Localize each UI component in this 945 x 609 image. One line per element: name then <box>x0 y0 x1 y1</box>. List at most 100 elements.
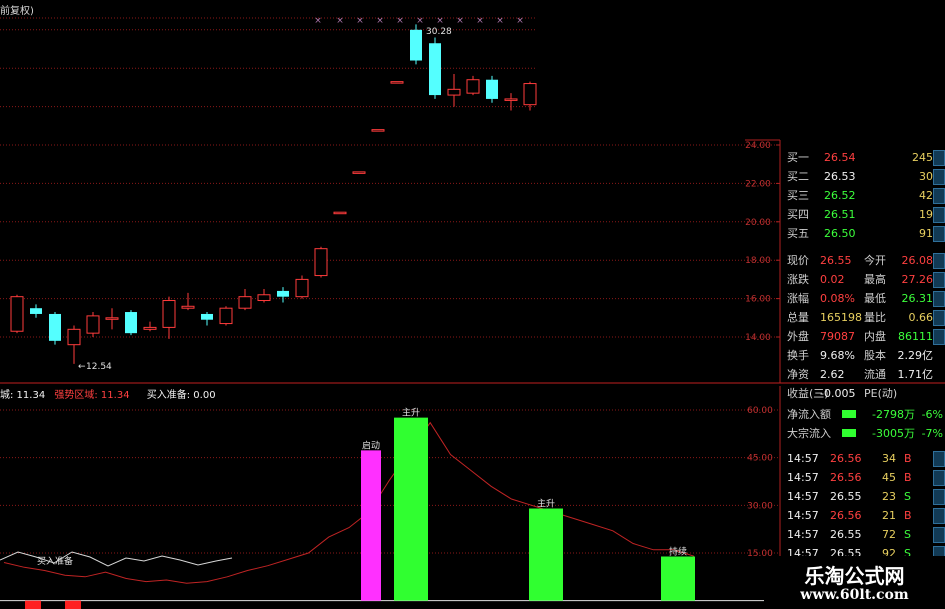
bid-label: 买五 <box>787 227 809 240</box>
bid-volume: 30 <box>919 170 933 183</box>
stat-label-2: PE(动) <box>864 387 898 400</box>
candle-body <box>49 313 61 341</box>
side-tool-icon <box>933 272 945 288</box>
candle-body <box>67 328 81 346</box>
bid-price: 26.52 <box>824 189 856 202</box>
stat-label: 总量 <box>787 311 809 324</box>
flow-pct: -7% <box>921 427 943 440</box>
candle-body <box>410 29 422 61</box>
stat-row: 涨幅 0.08% 最低 26.31 <box>782 289 945 308</box>
watermark-url: www.60lt.com <box>800 587 909 603</box>
candle-body <box>86 315 100 334</box>
bid-label: 买三 <box>787 189 809 202</box>
indicator-item-2: 强势区域: 11.34 <box>54 390 130 401</box>
stat-value: 165198 <box>820 311 862 324</box>
side-tool-icon <box>933 329 945 345</box>
signal-bar <box>529 508 563 601</box>
candle-body <box>181 305 195 309</box>
tick-time: 14:57 <box>787 490 819 503</box>
stat-value: 2.62 <box>820 368 845 381</box>
side-tool-icon <box>933 150 945 166</box>
candle-body <box>523 83 537 106</box>
stat-value-2: 26.08 <box>901 254 934 267</box>
top-marker: × <box>516 16 524 26</box>
candle-body <box>125 312 137 334</box>
candle-body <box>447 88 461 96</box>
bid-price: 26.50 <box>824 227 856 240</box>
side-tool-icon <box>933 310 945 326</box>
candle-body <box>105 317 119 320</box>
top-marker: × <box>476 16 484 26</box>
indicator-item-3: 买入准备: 0.00 <box>146 390 216 401</box>
tick-side: B <box>904 509 912 522</box>
bid-volume: 19 <box>919 208 933 221</box>
tick-price: 26.56 <box>830 471 862 484</box>
flow-row: 大宗流入 -3005万 -7% <box>782 424 945 443</box>
tick-volume: 45 <box>882 471 896 484</box>
top-marker: × <box>396 16 404 26</box>
bid-row[interactable]: 买一 26.54 245 <box>782 148 945 167</box>
side-tool-icon <box>933 207 945 223</box>
flow-row: 净流入额 -2798万 -6% <box>782 405 945 424</box>
tick-side: B <box>904 471 912 484</box>
flow-label: 大宗流入 <box>787 427 831 440</box>
flow-bar <box>842 410 856 418</box>
price-tick-label: 22.00 <box>745 179 771 189</box>
stat-label: 涨跌 <box>787 273 809 286</box>
indicator-line <box>3 421 695 584</box>
top-marker: × <box>496 16 504 26</box>
flow-pct: -6% <box>921 408 943 421</box>
bid-volume: 91 <box>919 227 933 240</box>
bid-row[interactable]: 买四 26.51 19 <box>782 205 945 224</box>
tick-time: 14:57 <box>787 471 819 484</box>
side-tool-icon <box>933 169 945 185</box>
stock-chart-window: 前复权) × × × × × × × × × × × 24.00 22.00 20.00 18.00 16.0… <box>0 0 945 609</box>
bid-row[interactable]: 买五 26.50 91 <box>782 224 945 243</box>
stat-label: 净资 <box>787 368 809 381</box>
flow-value: -3005万 <box>872 427 915 440</box>
price-tick-label: 14.00 <box>745 333 771 343</box>
signal-bar-label: 主升 <box>402 407 420 419</box>
candle-body <box>257 294 271 302</box>
price-tick-label: 18.00 <box>745 256 771 266</box>
stat-label-2: 内盘 <box>864 330 886 343</box>
candle-body <box>162 300 176 328</box>
bid-volume: 42 <box>919 189 933 202</box>
signal-bar-label: 启动 <box>362 439 380 451</box>
side-tool-icon <box>933 226 945 242</box>
tick-time: 14:57 <box>787 452 819 465</box>
indicator-tick-label: 60.00 <box>747 406 773 416</box>
stat-label: 外盘 <box>787 330 809 343</box>
candle-body <box>486 79 498 99</box>
stat-value-2: 0.66 <box>908 311 934 324</box>
tick-volume: 72 <box>882 528 896 541</box>
stat-row: 收益(三) -0.005 PE(动) <box>782 384 945 403</box>
bid-row[interactable]: 买二 26.53 30 <box>782 167 945 186</box>
indicator-item-1: 城: 11.34 <box>0 390 46 401</box>
tick-volume: 21 <box>882 509 896 522</box>
watermark-name: 乐淘公式网 <box>804 564 905 588</box>
stat-label: 换手 <box>787 349 809 362</box>
tick-price: 26.56 <box>830 452 862 465</box>
top-marker: × <box>356 16 364 26</box>
bid-row[interactable]: 买三 26.52 42 <box>782 186 945 205</box>
side-tool-icon <box>933 188 945 204</box>
price-tick-label: 24.00 <box>745 141 771 151</box>
bid-price: 26.51 <box>824 208 856 221</box>
tick-time: 14:57 <box>787 528 819 541</box>
indicator-tick-label: 45.00 <box>747 454 773 464</box>
side-tool-icon <box>933 508 945 524</box>
side-tool-icon <box>933 470 945 486</box>
bid-price: 26.53 <box>824 170 856 183</box>
stat-value-2: 27.26 <box>901 273 934 286</box>
low-price-label: 12.54 <box>86 362 112 372</box>
tick-price: 26.55 <box>830 490 862 503</box>
flow-bar <box>842 429 856 437</box>
quote-panel: 买一 26.54 245 买二 26.53 30 买三 26.52 42 买四 26.51 19 买五 2… <box>782 138 945 562</box>
price-tick-label: 16.00 <box>745 295 771 305</box>
candle-body <box>277 290 289 297</box>
top-marker: × <box>376 16 384 26</box>
tick-volume: 34 <box>882 452 896 465</box>
flow-label: 净流入额 <box>787 408 831 421</box>
candle-body <box>390 81 404 84</box>
